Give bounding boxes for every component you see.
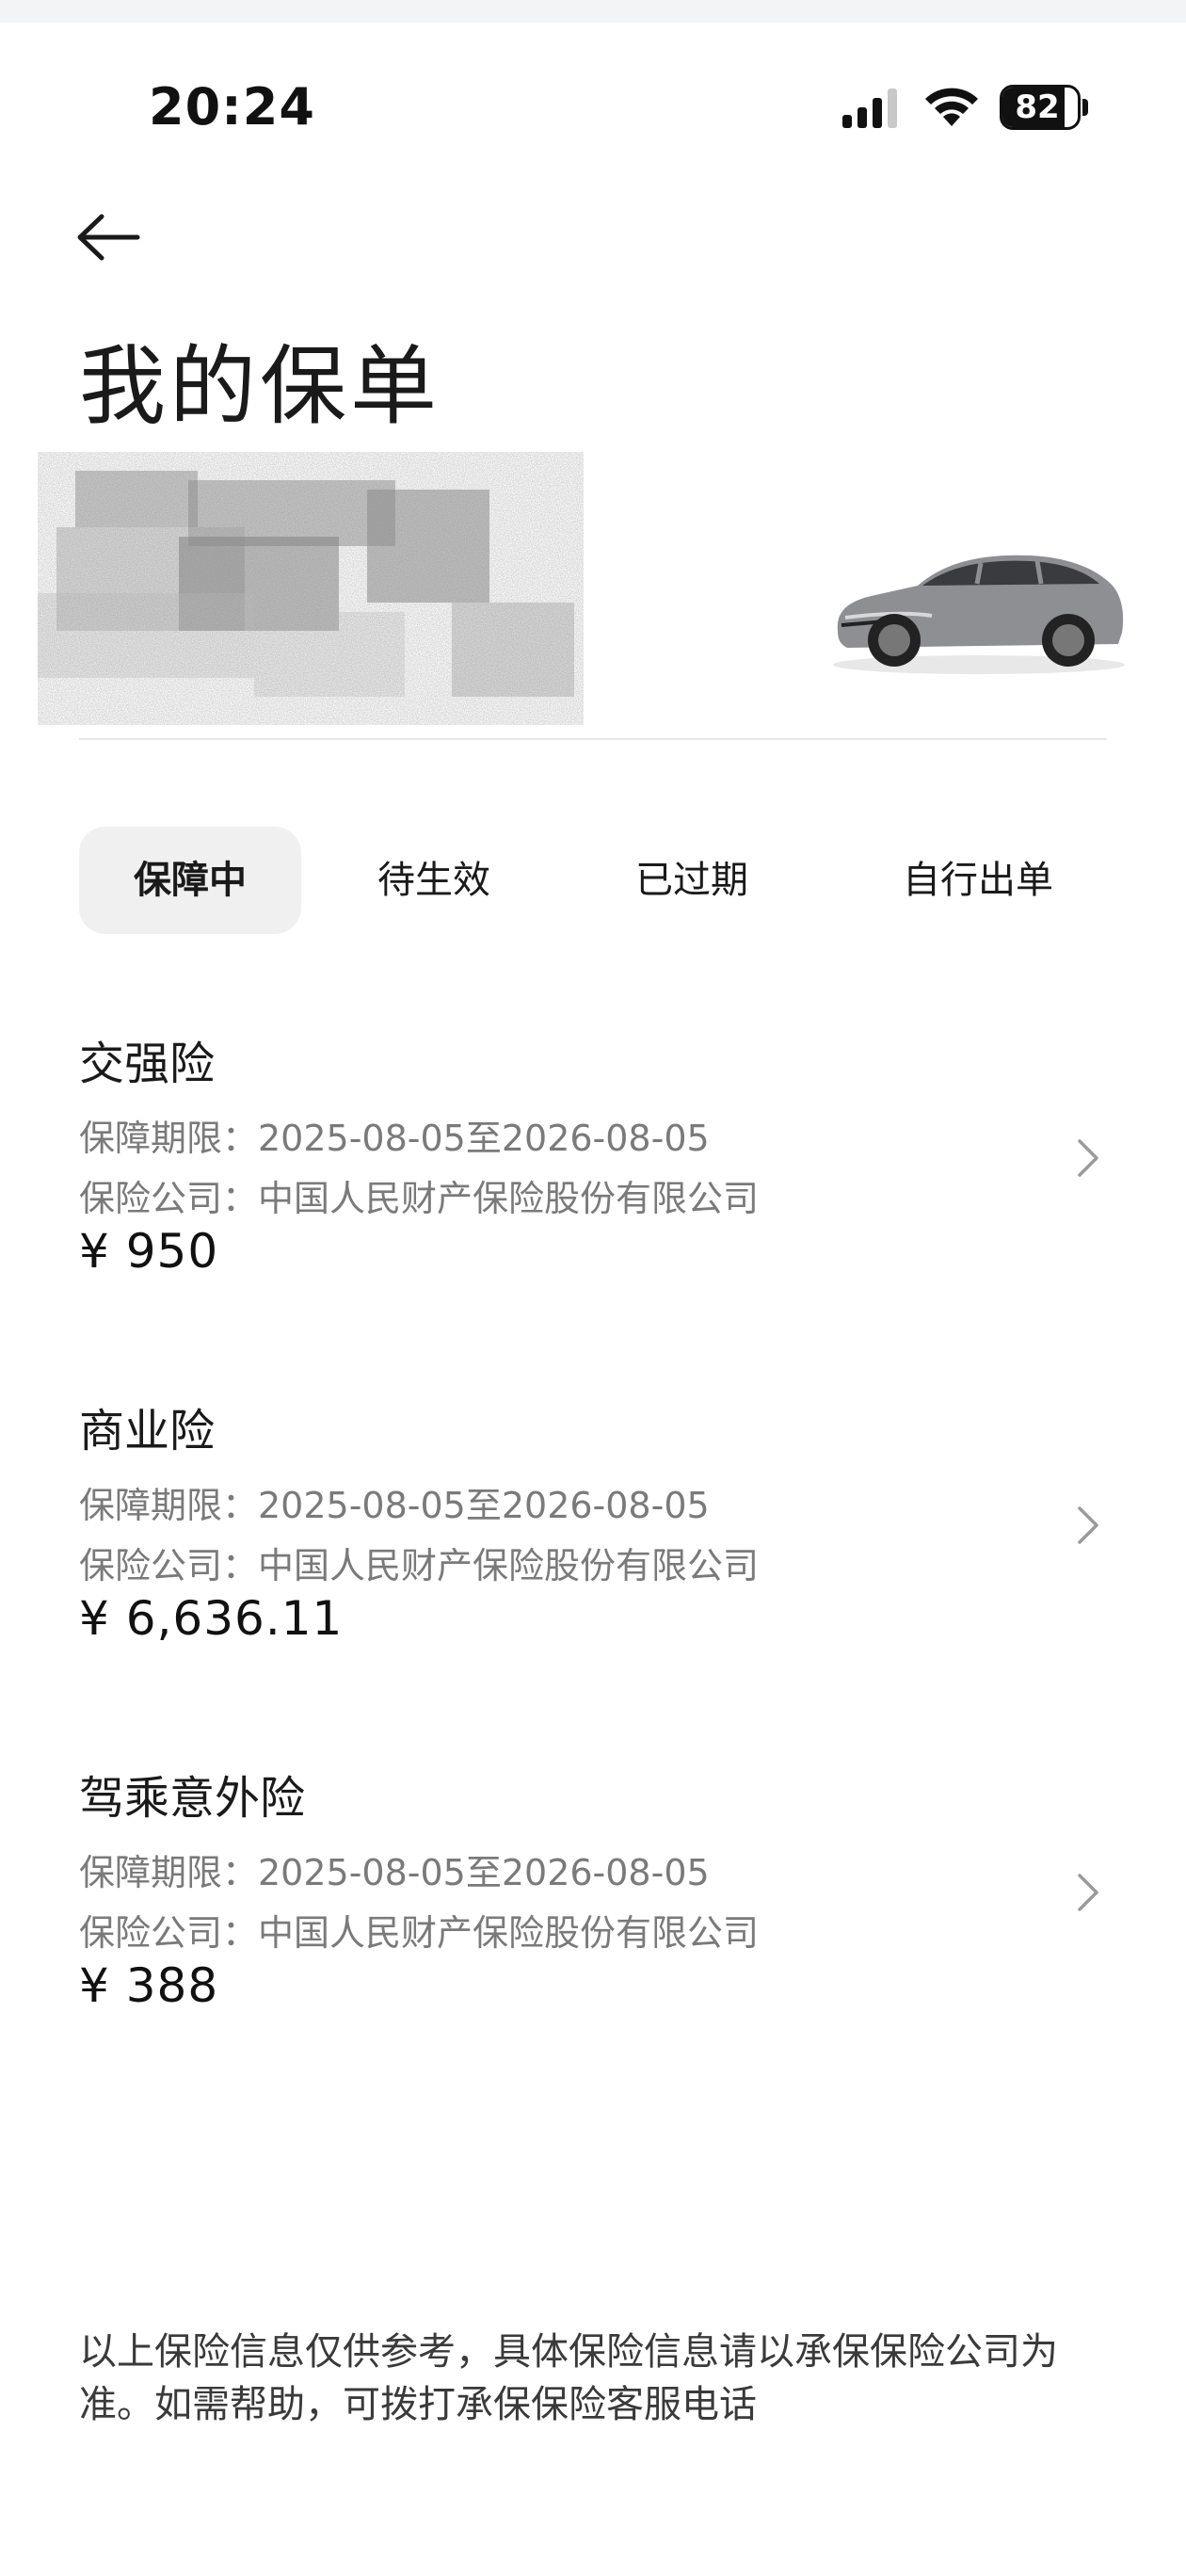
tab-self-issued[interactable]: 自行出单: [849, 827, 1107, 934]
policy-company: 保险公司：中国人民财产保险股份有限公司: [79, 1912, 760, 1954]
arrow-left-icon: [77, 214, 140, 261]
disclaimer-line-2: 准。如需帮助，可拨打承保保险客服电话: [79, 2383, 757, 2426]
tab-active[interactable]: 保障中: [79, 827, 301, 934]
redacted-vehicle-info: [38, 452, 584, 725]
wifi-icon: [925, 88, 978, 126]
policy-price: ¥ 950: [79, 1224, 219, 1279]
status-time: 20:24: [149, 77, 315, 137]
chevron-right-icon: [1069, 1497, 1107, 1554]
policy-period: 保障期限：2025-08-05至2026-08-05: [79, 1852, 710, 1893]
battery-level: 82: [1015, 89, 1060, 126]
policy-tabs: 保障中 待生效 已过期 自行出单: [79, 827, 1107, 934]
back-button[interactable]: [75, 207, 151, 267]
policy-company: 保险公司：中国人民财产保险股份有限公司: [79, 1545, 760, 1586]
disclaimer-note: 以上保险信息仅供参考，具体保险信息请以承保保险公司为 准。如需帮助，可拨打承保保…: [79, 2326, 1114, 2431]
policy-period: 保障期限：2025-08-05至2026-08-05: [79, 1118, 710, 1159]
top-strip: [0, 0, 1186, 23]
battery-icon: 82: [1000, 85, 1088, 130]
policy-company: 保险公司：中国人民财产保险股份有限公司: [79, 1178, 760, 1219]
tab-expired[interactable]: 已过期: [593, 827, 791, 934]
policy-price: ¥ 388: [79, 1958, 219, 2013]
policy-name: 交强险: [79, 1038, 216, 1090]
disclaimer-line-1: 以上保险信息仅供参考，具体保险信息请以承保保险公司为: [79, 2330, 1058, 2374]
car-image: [833, 555, 1125, 674]
policy-name: 驾乘意外险: [79, 1772, 306, 1825]
chevron-right-icon: [1069, 1864, 1107, 1921]
tab-pending[interactable]: 待生效: [335, 827, 533, 934]
page-title: 我的保单: [79, 336, 441, 437]
header-divider: [79, 738, 1107, 740]
policy-item[interactable]: 驾乘意外险 保障期限：2025-08-05至2026-08-05 保险公司：中国…: [79, 1761, 1107, 2043]
policy-period: 保障期限：2025-08-05至2026-08-05: [79, 1485, 710, 1526]
policy-item[interactable]: 商业险 保障期限：2025-08-05至2026-08-05 保险公司：中国人民…: [79, 1393, 1107, 1676]
policy-page: 20:24 82 我的保单 保障中 待生效 已过期 自行出单 交强险 保障期限：…: [0, 0, 1186, 2576]
status-bar: 20:24 82: [0, 66, 1186, 151]
chevron-right-icon: [1069, 1130, 1107, 1186]
battery-body: 82: [1000, 85, 1081, 130]
policy-price: ¥ 6,636.11: [79, 1591, 344, 1646]
policy-item[interactable]: 交强险 保障期限：2025-08-05至2026-08-05 保险公司：中国人民…: [79, 1026, 1107, 1309]
signal-icon: [842, 89, 897, 128]
battery-cap: [1082, 99, 1088, 116]
policy-name: 商业险: [79, 1405, 216, 1457]
